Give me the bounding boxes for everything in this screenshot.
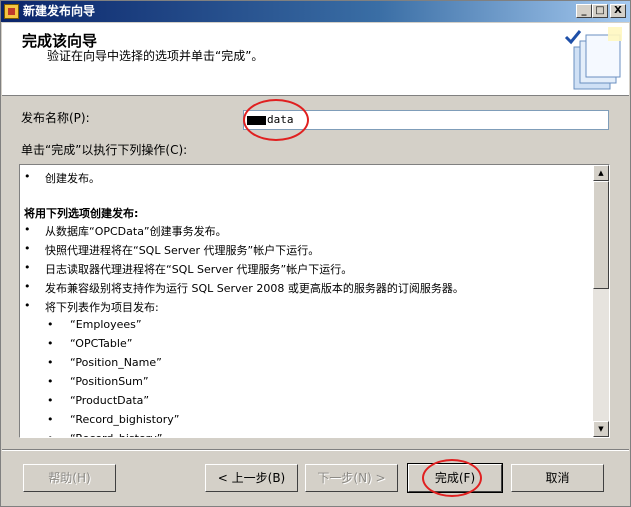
cancel-button[interactable]: 取消 <box>511 464 604 492</box>
bullet-icon: • <box>47 337 54 350</box>
action-list-item-text: “Record_history” <box>70 432 162 437</box>
bullet-icon: • <box>47 413 54 426</box>
maximize-button[interactable]: □ <box>592 4 608 18</box>
bullet-icon: • <box>24 280 31 293</box>
action-list-item-text: “Employees” <box>70 318 142 331</box>
publication-name-label: 发布名称(P): <box>21 111 90 125</box>
bullet-icon: • <box>24 242 31 255</box>
action-list-item-text: 快照代理进程将在“SQL Server 代理服务”帐户下运行。 <box>45 244 320 257</box>
action-list-item-text: 创建发布。 <box>45 172 100 185</box>
bullet-icon: • <box>24 223 31 236</box>
title-bar[interactable]: 新建发布向导 _ □ X <box>1 1 630 22</box>
red-annotation-circle <box>422 459 482 497</box>
bullet-icon: • <box>24 170 31 183</box>
wizard-book-icon <box>564 27 622 90</box>
action-list-item-text: “PositionSum” <box>70 375 149 388</box>
actions-label: 单击“完成”以执行下列操作(C): <box>21 143 188 157</box>
window-title: 新建发布向导 <box>23 4 96 18</box>
footer-separator <box>2 449 629 451</box>
action-list-item-text: 发布兼容级别将支持作为运行 SQL Server 2008 或更高版本的服务器的… <box>45 282 464 295</box>
action-list-item-text: 从数据库“OPCData”创建事务发布。 <box>45 225 227 238</box>
action-list-item-text: 日志读取器代理进程将在“SQL Server 代理服务”帐户下运行。 <box>45 263 353 276</box>
new-publication-wizard-window: 新建发布向导 _ □ X 完成该向导 验证在向导中选择的选项并单击“完成”。 发… <box>0 0 631 507</box>
help-button[interactable]: 帮助(H) <box>23 464 116 492</box>
wizard-header: 完成该向导 验证在向导中选择的选项并单击“完成”。 <box>2 23 629 96</box>
vertical-scrollbar[interactable]: ▲ ▼ <box>593 165 609 437</box>
action-list-item-text: “ProductData” <box>70 394 150 407</box>
minimize-button[interactable]: _ <box>576 4 592 18</box>
back-button[interactable]: < 上一步(B) <box>205 464 298 492</box>
bullet-icon: • <box>47 375 54 388</box>
red-annotation-circle <box>243 99 309 141</box>
app-icon <box>4 4 19 19</box>
bullet-icon: • <box>47 394 54 407</box>
action-list-item-text: 将用下列选项创建发布: <box>24 207 139 220</box>
action-list-item-text: “OPCTable” <box>70 337 133 350</box>
bullet-icon: • <box>24 261 31 274</box>
next-button[interactable]: 下一步(N) > <box>305 464 398 492</box>
action-list-item-text: 将下列表作为项目发布: <box>45 301 159 314</box>
bullet-icon: • <box>24 299 31 312</box>
scroll-thumb[interactable] <box>593 181 609 289</box>
action-list-item-text: “Record_bighistory” <box>70 413 180 426</box>
bullet-icon: • <box>47 318 54 331</box>
scroll-down-icon[interactable]: ▼ <box>593 421 609 437</box>
page-subtitle: 验证在向导中选择的选项并单击“完成”。 <box>47 49 264 63</box>
action-list-item-text: “Position_Name” <box>70 356 162 369</box>
bullet-icon: • <box>47 432 54 437</box>
bullet-icon: • <box>47 356 54 369</box>
scroll-up-icon[interactable]: ▲ <box>593 165 609 181</box>
close-button[interactable]: X <box>610 4 626 18</box>
actions-listbox[interactable]: • 创建发布。将用下列选项创建发布: • 从数据库“OPCData”创建事务发布。 • 快… <box>19 164 610 438</box>
